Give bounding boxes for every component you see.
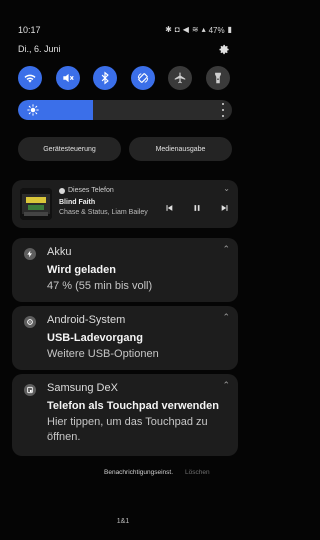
sound-toggle[interactable] [55,66,80,90]
notification-settings-link[interactable]: Benachrichtigungseinst. [104,469,173,476]
sound-off-icon [62,73,74,83]
notification-android-system[interactable]: Android-System ⌃ USB-Ladevorgang Weitere… [12,306,238,370]
chevron-down-icon[interactable]: ⌄ [223,184,230,193]
notification-title: USB-Ladevorgang [47,332,143,344]
wifi-icon [24,74,36,83]
date-row: Di., 6. Juni [18,42,230,56]
chevron-up-icon[interactable]: ⌃ [222,380,230,391]
quick-toggles [18,66,230,90]
status-time: 10:17 [18,25,41,35]
mute-icon: ◀ [182,25,189,34]
auto-rotate-toggle[interactable] [130,66,155,90]
notification-text: Weitere USB-Optionen [47,348,159,360]
bolt-icon [24,248,36,260]
media-source: Dieses Telefon [59,187,114,194]
wifi-icon: ≋ [191,25,199,34]
notification-app-name: Samsung DeX [47,382,118,394]
notification-text: Hier tippen, um das Touchpad zu öffnen. [47,416,208,443]
gear-icon[interactable] [219,44,230,55]
album-art-image [20,188,52,220]
notification-app-name: Akku [47,246,72,258]
album-art [20,188,52,220]
status-icons: ✱ ◘ ◀ ≋ ▴ 47% ▮ [165,26,232,35]
media-player-card[interactable]: Dieses Telefon Blind Faith Chase & Statu… [12,180,238,228]
shortcut-buttons: Gerätesteuerung Medienausgabe [18,137,232,161]
media-controls [164,202,230,214]
bluetooth-icon [101,71,109,85]
pause-icon[interactable] [192,203,202,213]
media-source-label: Dieses Telefon [68,187,114,194]
signal-icon: ▴ [201,25,206,34]
sun-icon [27,104,39,116]
brightness-slider[interactable] [18,100,232,120]
device-control-button[interactable]: Gerätesteuerung [18,137,121,161]
battery-icon: ▮ [227,25,232,34]
notification-title: Telefon als Touchpad verwenden [47,400,219,412]
wifi-toggle[interactable] [18,66,42,90]
bluetooth-icon: ✱ [165,25,172,34]
airplane-toggle[interactable] [168,66,193,90]
bluetooth-toggle[interactable] [93,66,118,90]
clear-all-link[interactable]: Löschen [185,469,210,476]
auto-rotate-icon [137,73,148,83]
carrier-label: 1&1 [116,518,130,525]
more-options-icon[interactable] [220,103,226,117]
notification-text: 47 % (55 min bis voll) [47,280,153,292]
android-icon [24,316,36,328]
previous-track-icon[interactable] [164,203,174,213]
airplane-icon [175,72,186,84]
media-artist: Chase & Status, Liam Bailey [59,209,148,216]
notification-title: Wird geladen [47,264,116,276]
next-track-icon[interactable] [220,203,230,213]
phone-icon [59,187,65,194]
flashlight-toggle[interactable] [205,66,230,90]
notification-icon: ◘ [174,25,180,34]
notification-samsung-dex[interactable]: Samsung DeX ⌃ Telefon als Touchpad verwe… [12,374,238,456]
notification-battery[interactable]: Akku ⌃ Wird geladen 47 % (55 min bis vol… [12,238,238,302]
date-text: Di., 6. Juni [18,44,61,54]
notification-app-name: Android-System [47,314,126,326]
battery-text: 47% [208,25,225,35]
chevron-up-icon[interactable]: ⌃ [222,312,230,323]
notification-actions: Benachrichtigungseinst. Löschen [104,466,210,478]
flashlight-icon [215,72,221,84]
media-title: Blind Faith [59,199,96,206]
media-output-button[interactable]: Medienausgabe [129,137,232,161]
chevron-up-icon[interactable]: ⌃ [222,244,230,255]
dex-icon [24,384,36,396]
status-bar: 10:17 ✱ ◘ ◀ ≋ ▴ 47% ▮ [18,24,232,36]
notification-shade: 10:17 ✱ ◘ ◀ ≋ ▴ 47% ▮ Di., 6. Juni Gerät… [0,0,246,540]
